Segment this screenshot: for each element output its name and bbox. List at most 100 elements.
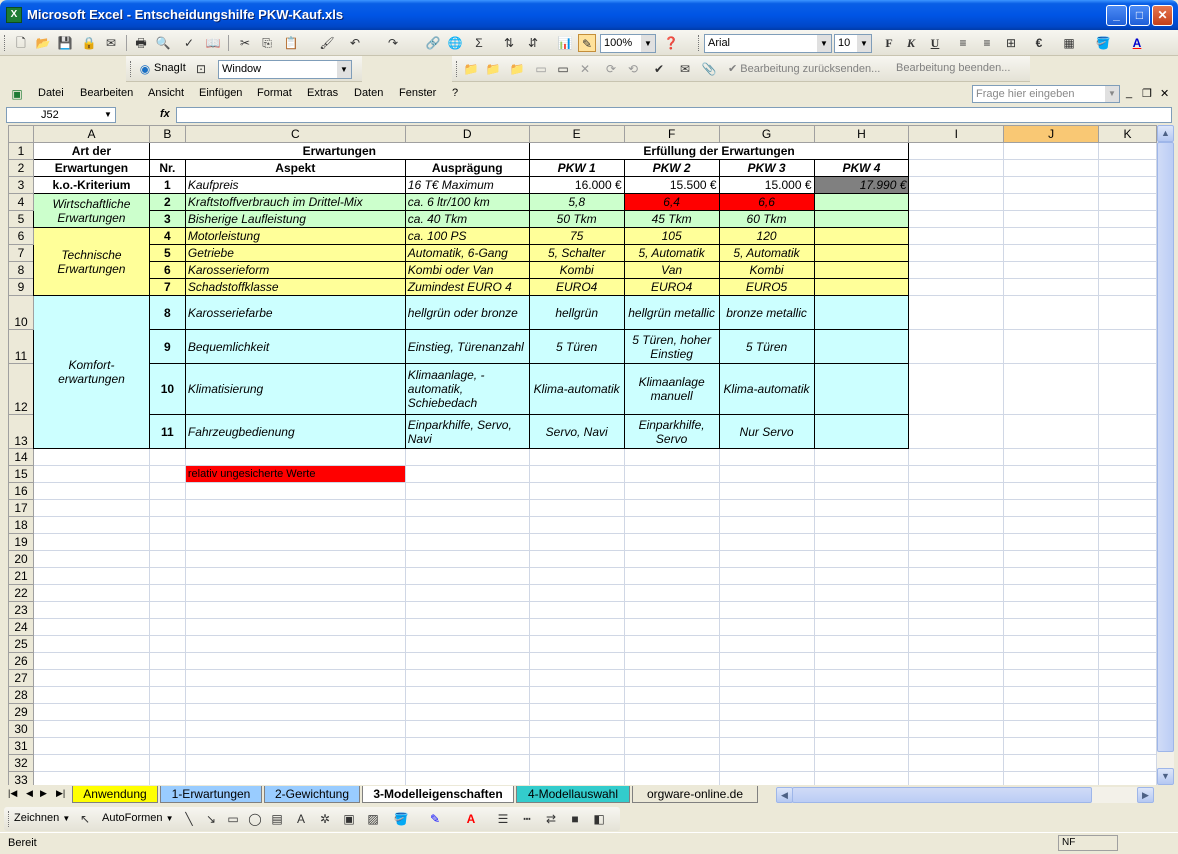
cell-b9[interactable]: 7 xyxy=(148,278,186,296)
cell-k4[interactable] xyxy=(1098,193,1157,211)
cell-k5[interactable] xyxy=(1098,210,1157,228)
font-color-icon[interactable]: A xyxy=(1128,34,1146,52)
cell-f11[interactable]: 5 Türen, hoher Einstieg xyxy=(623,329,720,364)
link-icon[interactable]: 🔗 xyxy=(424,34,442,52)
cell-k8[interactable] xyxy=(1098,261,1157,279)
scroll-right-icon[interactable]: ▶ xyxy=(1137,787,1154,803)
tab-2-gewichtung[interactable]: 2-Gewichtung xyxy=(264,786,360,803)
row-header[interactable]: 17 xyxy=(8,499,34,517)
cell-a4-merged[interactable]: Wirtschaftliche Erwartungen xyxy=(32,193,150,228)
cell-d6[interactable]: ca. 100 PS xyxy=(404,227,530,245)
cell-c5[interactable]: Bisherige Laufleistung xyxy=(184,210,406,228)
cell-c13[interactable]: Fahrzeugbedienung xyxy=(184,414,406,449)
column-header-b[interactable]: B xyxy=(148,125,186,143)
cut-icon[interactable]: ✂ xyxy=(236,34,254,52)
cell-e8[interactable]: Kombi xyxy=(528,261,625,279)
arrow-icon[interactable]: ↘ xyxy=(202,810,220,828)
cell-d13[interactable]: Einparkhilfe, Servo, Navi xyxy=(404,414,530,449)
copy-icon[interactable]: ⎘ xyxy=(258,34,276,52)
cell-j10[interactable] xyxy=(1003,295,1100,330)
cell-k3[interactable] xyxy=(1098,176,1157,194)
underline-icon[interactable]: U xyxy=(926,34,944,52)
horizontal-scrollbar[interactable]: ◀ ▶ xyxy=(776,787,1154,803)
cell-d5[interactable]: ca. 40 Tkm xyxy=(404,210,530,228)
cell-f2[interactable]: PKW 2 xyxy=(623,159,720,177)
row-header[interactable]: 15 xyxy=(8,465,34,483)
scroll-up-icon[interactable]: ▲ xyxy=(1157,125,1174,142)
cell-i4[interactable] xyxy=(908,193,1005,211)
doc-restore-icon[interactable]: ❐ xyxy=(1142,87,1152,100)
review-icon[interactable]: ✔ xyxy=(650,60,668,78)
open-icon[interactable]: 📂 xyxy=(34,34,52,52)
help-icon[interactable]: ❓ xyxy=(662,34,680,52)
cell-a2[interactable]: Erwartungen xyxy=(32,159,150,177)
row-header[interactable]: 6 xyxy=(8,227,34,245)
print-preview-icon[interactable]: 🔍 xyxy=(154,34,172,52)
fill-color-icon[interactable]: 🪣 xyxy=(1094,34,1112,52)
drawing-icon[interactable]: ✎ xyxy=(578,34,596,52)
line-icon[interactable]: ╲ xyxy=(180,810,198,828)
cell-e1-merged[interactable]: Erfüllung der Erwartungen xyxy=(528,142,910,160)
cell-a3[interactable]: k.o.-Kriterium xyxy=(32,176,150,194)
tab-orgware-online[interactable]: orgware-online.de xyxy=(632,786,758,803)
cell-c8[interactable]: Karosserieform xyxy=(184,261,406,279)
row-header[interactable]: 9 xyxy=(8,278,34,296)
cell-e3[interactable]: 16.000 € xyxy=(528,176,625,194)
tab-4-modellauswahl[interactable]: 4-Modellauswahl xyxy=(516,786,630,803)
cell-k12[interactable] xyxy=(1098,363,1157,415)
cell-g11[interactable]: 5 Türen xyxy=(718,329,815,364)
cell-j9[interactable] xyxy=(1003,278,1100,296)
cell-g8[interactable]: Kombi xyxy=(718,261,815,279)
font-size-select[interactable]: 10 ▼ xyxy=(834,34,872,53)
row-header[interactable]: 4 xyxy=(8,193,34,211)
column-header-h[interactable]: H xyxy=(813,125,910,143)
cell-h10[interactable] xyxy=(813,295,910,330)
wordart-icon[interactable]: A xyxy=(292,810,310,828)
autosum-icon[interactable]: Σ xyxy=(470,34,488,52)
menu-ansicht[interactable]: Ansicht xyxy=(148,87,184,99)
cell-i1[interactable] xyxy=(908,142,1005,160)
row-header[interactable]: 20 xyxy=(8,550,34,568)
cell-b5[interactable]: 3 xyxy=(148,210,186,228)
cell-g5[interactable]: 60 Tkm xyxy=(718,210,815,228)
row-header[interactable]: 31 xyxy=(8,737,34,755)
dropdown-arrow-icon[interactable]: ▼ xyxy=(817,35,831,52)
cell-k10[interactable] xyxy=(1098,295,1157,330)
accept-changes-icon[interactable]: ⟲ xyxy=(624,60,642,78)
rectangle-icon[interactable]: ▭ xyxy=(224,810,242,828)
cell-j12[interactable] xyxy=(1003,363,1100,415)
row-header[interactable]: 22 xyxy=(8,584,34,602)
sort-descending-icon[interactable]: ⇵ xyxy=(524,34,542,52)
fill-color-icon[interactable]: 🪣 xyxy=(392,810,410,828)
research-icon[interactable]: 📖 xyxy=(204,34,222,52)
name-box[interactable]: J52 ▼ xyxy=(6,107,116,123)
cell-i6[interactable] xyxy=(908,227,1005,245)
print-icon[interactable]: 🖶 xyxy=(132,34,150,52)
save-icon[interactable]: 💾 xyxy=(56,34,74,52)
row-header[interactable]: 25 xyxy=(8,635,34,653)
line-style-icon[interactable]: ☰ xyxy=(494,810,512,828)
cell-c12[interactable]: Klimatisierung xyxy=(184,363,406,415)
cell-i11[interactable] xyxy=(908,329,1005,364)
clipart-icon[interactable]: ▣ xyxy=(340,810,358,828)
cell-i2[interactable] xyxy=(908,159,1005,177)
toolbar-grip[interactable] xyxy=(130,61,133,77)
cell-k2[interactable] xyxy=(1098,159,1157,177)
row-header[interactable]: 5 xyxy=(8,210,34,228)
cell-k13[interactable] xyxy=(1098,414,1157,449)
menu-daten[interactable]: Daten xyxy=(354,87,383,99)
column-header-d[interactable]: D xyxy=(404,125,530,143)
cell-k1[interactable] xyxy=(1098,142,1157,160)
row-header[interactable]: 30 xyxy=(8,720,34,738)
email-icon[interactable]: ✉ xyxy=(102,34,120,52)
font-color-icon[interactable]: A xyxy=(462,810,480,828)
column-header-k[interactable]: K xyxy=(1098,125,1157,143)
cell-b4[interactable]: 2 xyxy=(148,193,186,211)
last-sheet-icon[interactable]: ▶| xyxy=(56,788,65,799)
cell-c9[interactable]: Schadstoffklasse xyxy=(184,278,406,296)
cell-k7[interactable] xyxy=(1098,244,1157,262)
select-all-corner[interactable] xyxy=(8,125,34,143)
toolbar-grip[interactable] xyxy=(456,61,459,77)
cell-c3[interactable]: Kaufpreis xyxy=(184,176,406,194)
cell-b12[interactable]: 10 xyxy=(148,363,186,415)
